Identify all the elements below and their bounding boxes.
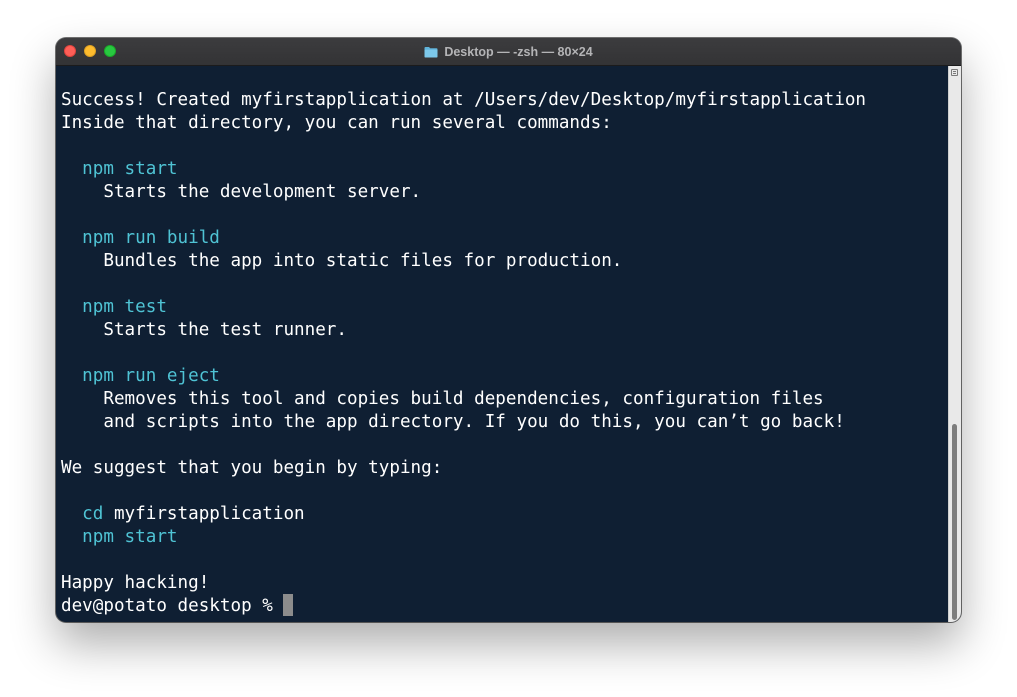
output-line: npm run build: [61, 227, 949, 250]
output-text: Removes this tool and copies build depen…: [61, 389, 824, 409]
output-text: Success! Created myfirstapplication at /…: [61, 90, 867, 110]
output-line: cd myfirstapplication: [61, 503, 949, 526]
output-line: Starts the test runner.: [61, 319, 949, 342]
output-line: npm run eject: [61, 365, 949, 388]
output-line: npm start: [61, 158, 949, 181]
vertical-scrollbar[interactable]: [948, 66, 961, 622]
output-text: Inside that directory, you can run sever…: [61, 113, 612, 133]
command-text: npm test: [61, 297, 167, 317]
output-line: Bundles the app into static files for pr…: [61, 250, 949, 273]
output-line: and scripts into the app directory. If y…: [61, 411, 949, 434]
output-line: Removes this tool and copies build depen…: [61, 388, 949, 411]
output-line: Success! Created myfirstapplication at /…: [61, 89, 949, 112]
output-line: We suggest that you begin by typing:: [61, 457, 949, 480]
scrollbar-thumb[interactable]: [952, 424, 957, 620]
output-line: Starts the development server.: [61, 181, 949, 204]
output-text: Starts the development server.: [61, 182, 422, 202]
command-text: cd: [61, 504, 104, 524]
output-line: Inside that directory, you can run sever…: [61, 112, 949, 135]
command-text: npm run eject: [61, 366, 220, 386]
output-text: myfirstapplication: [103, 504, 305, 524]
window-title: Desktop — -zsh — 80×24: [444, 44, 593, 59]
output-text: and scripts into the app directory. If y…: [61, 412, 845, 432]
output-line: npm test: [61, 296, 949, 319]
output-line: npm start: [61, 526, 949, 549]
output-text: Starts the test runner.: [61, 320, 347, 340]
prompt-line[interactable]: dev@potato desktop %: [61, 593, 949, 618]
terminal-output[interactable]: Success! Created myfirstapplication at /…: [56, 66, 949, 622]
prompt-text: dev@potato desktop %: [61, 596, 284, 616]
terminal-window: Desktop — -zsh — 80×24 Success! Created …: [56, 38, 961, 622]
folder-icon: [424, 46, 438, 58]
output-text: Bundles the app into static files for pr…: [61, 251, 623, 271]
title-bar[interactable]: Desktop — -zsh — 80×24: [56, 38, 961, 66]
command-text: npm start: [61, 159, 178, 179]
command-text: npm start: [61, 527, 178, 547]
scroll-to-top-icon[interactable]: [951, 69, 958, 76]
output-line: Happy hacking!: [61, 572, 949, 595]
command-text: npm run build: [61, 228, 220, 248]
text-cursor: [283, 593, 294, 616]
output-text: We suggest that you begin by typing:: [61, 458, 443, 478]
output-text: Happy hacking!: [61, 573, 210, 593]
window-title-group: Desktop — -zsh — 80×24: [56, 38, 961, 65]
